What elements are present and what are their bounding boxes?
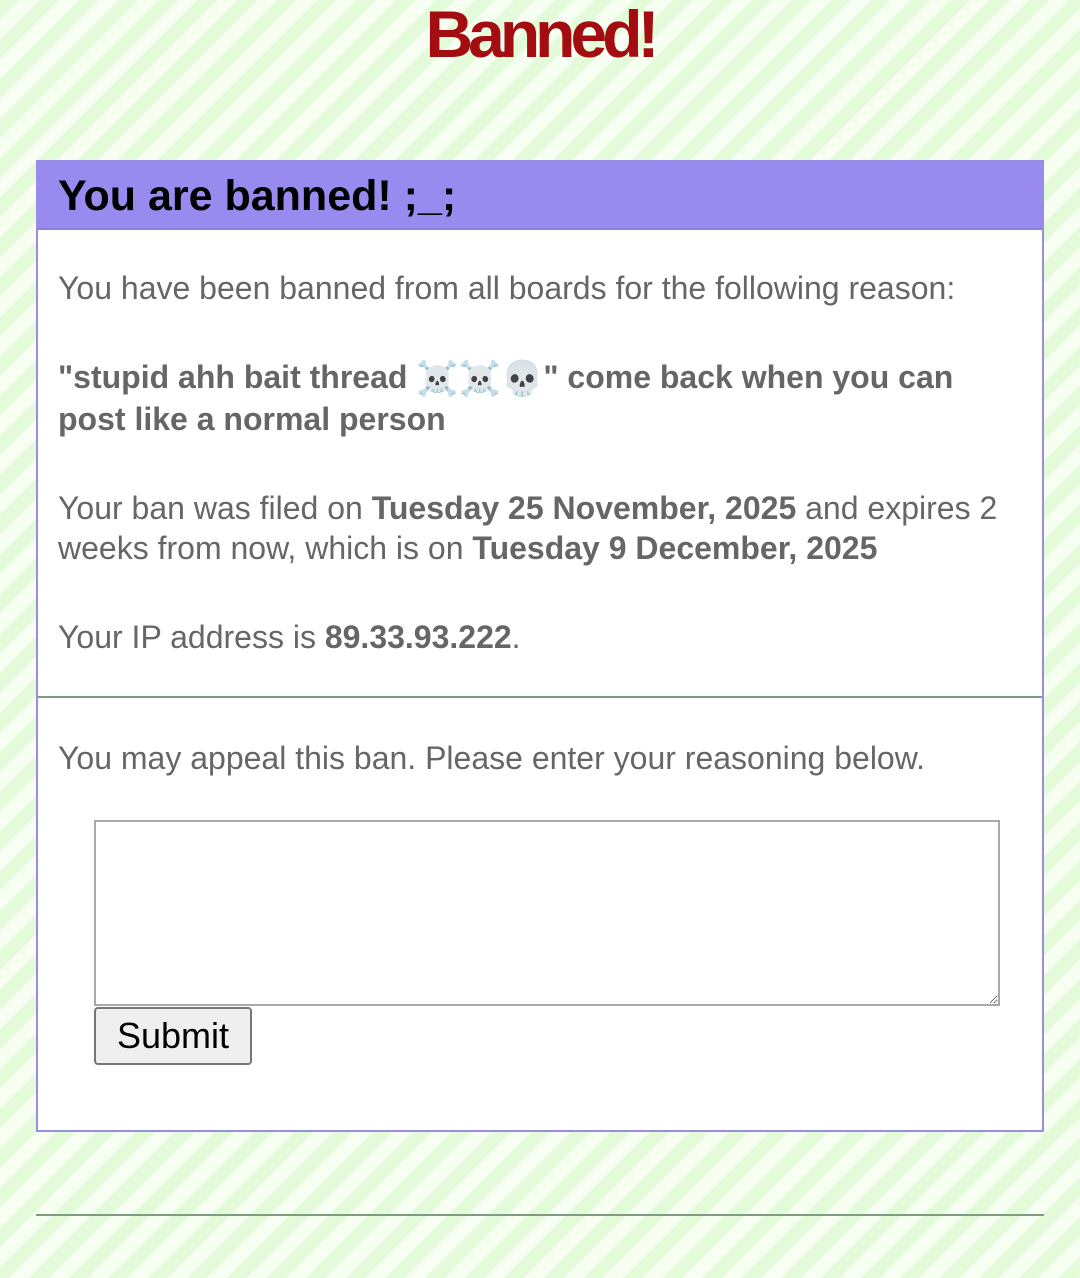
- ban-expires-date: Tuesday 9 December, 2025: [472, 530, 878, 566]
- ban-filed-date: Tuesday 25 November, 2025: [371, 490, 797, 526]
- page-title: Banned!: [425, 0, 660, 71]
- appeal-reasoning-textarea[interactable]: [94, 820, 1000, 1006]
- ban-header: You are banned! ;_;: [38, 162, 1042, 230]
- ip-address: 89.33.93.222: [324, 619, 512, 655]
- section-divider: [38, 696, 1042, 698]
- skull-icon: 💀: [500, 359, 544, 399]
- skull-crossbones-icon: ☠️: [458, 359, 501, 399]
- skull-crossbones-icon: ☠️: [416, 359, 459, 399]
- ban-details: You have been banned from all boards for…: [38, 230, 1042, 657]
- ban-header-title: You are banned! ;_;: [58, 172, 457, 220]
- ban-ip-prefix: Your IP address is: [58, 619, 325, 655]
- ban-filed-prefix: Your ban was filed on: [58, 490, 372, 526]
- ban-reason: "stupid ahh bait thread ☠️☠️💀" come back…: [58, 357, 1022, 439]
- ban-notice-box: You are banned! ;_; You have been banned…: [36, 160, 1044, 1132]
- ban-reason-open: "stupid ahh bait thread: [58, 359, 417, 395]
- ban-intro-text: You have been banned from all boards for…: [58, 270, 956, 306]
- footer-divider: [36, 1214, 1044, 1216]
- ban-dates: Your ban was filed on Tuesday 25 Novembe…: [58, 488, 1022, 568]
- submit-button[interactable]: Submit: [94, 1007, 252, 1065]
- ban-ip: Your IP address is 89.33.93.222.: [58, 617, 1022, 657]
- ban-ip-suffix: .: [511, 619, 521, 655]
- appeal-prompt: You may appeal this ban. Please enter yo…: [58, 740, 925, 776]
